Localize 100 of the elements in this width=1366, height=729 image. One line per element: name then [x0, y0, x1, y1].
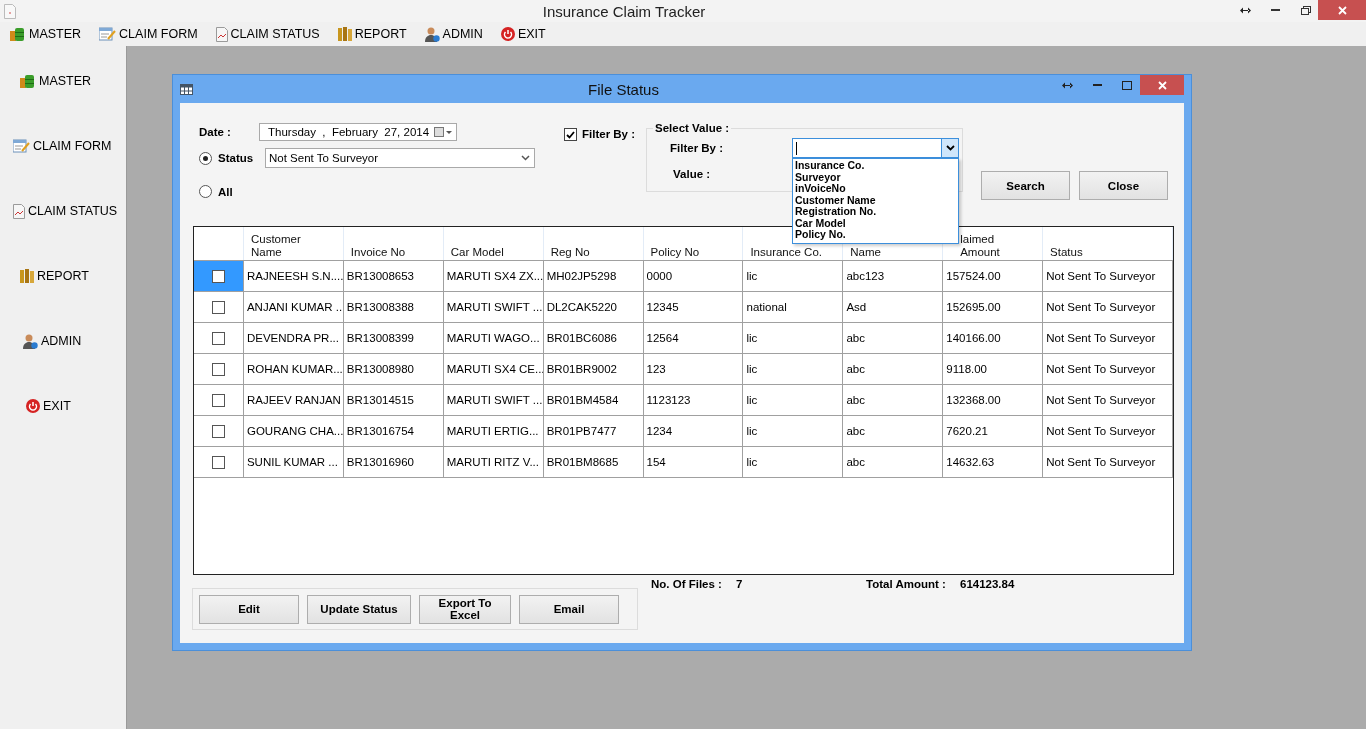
books-icon — [20, 269, 34, 283]
table-cell: ROHAN KUMAR... — [243, 354, 344, 384]
sidebar-item[interactable]: EXIT — [0, 397, 126, 415]
table-cell: 7620.21 — [943, 416, 1044, 446]
table-cell: 152695.00 — [943, 292, 1044, 322]
close-button[interactable] — [1318, 0, 1366, 20]
table-cell: 12345 — [643, 292, 744, 322]
status-radio[interactable]: Status — [199, 151, 259, 165]
row-checkbox[interactable] — [211, 393, 225, 407]
sidebar-item[interactable]: MASTER — [0, 72, 126, 90]
table-cell: BR13008653 — [343, 261, 444, 291]
menu-item[interactable]: ADMIN — [422, 23, 499, 45]
row-selector[interactable] — [194, 261, 244, 291]
table-cell: MARUTI SWIFT ... — [443, 292, 544, 322]
table-cell: abc — [843, 447, 944, 477]
sidebar-item[interactable]: ADMIN — [0, 332, 126, 350]
close-icon — [1157, 80, 1167, 90]
table-cell: Not Sent To Surveyor — [1043, 385, 1174, 415]
user-icon — [23, 333, 38, 349]
table-cell: BR01BR9002 — [543, 354, 644, 384]
menu-item[interactable]: CLAIM STATUS — [213, 23, 336, 45]
table-cell: BR13008388 — [343, 292, 444, 322]
calendar-icon — [434, 127, 452, 137]
table-cell: MARUTI ERTIG... — [443, 416, 544, 446]
table-cell: 157524.00 — [943, 261, 1044, 291]
table-cell: national — [743, 292, 844, 322]
dropdown-option[interactable]: Policy No. — [795, 229, 958, 241]
dropdown-option[interactable]: Customer Name — [795, 194, 958, 206]
dialog-button[interactable]: Search — [981, 171, 1070, 200]
all-radio[interactable]: All — [199, 185, 259, 198]
restore-icon — [1300, 5, 1311, 15]
table-cell: ANJANI KUMAR ... — [243, 292, 344, 322]
dropdown-option[interactable]: Registration No. — [795, 206, 958, 218]
table-cell: MARUTI SX4 CE... — [443, 354, 544, 384]
database-icon — [20, 74, 36, 88]
table-cell: Not Sent To Surveyor — [1043, 354, 1174, 384]
action-button[interactable]: Export To Excel — [419, 594, 511, 624]
dialog-button[interactable]: Close — [1079, 171, 1168, 200]
action-button[interactable]: Update Status — [307, 594, 411, 624]
sidebar-item[interactable]: CLAIM STATUS — [0, 202, 126, 220]
row-checkbox[interactable] — [211, 455, 225, 469]
dropdown-option[interactable]: inVoiceNo — [795, 183, 958, 195]
row-checkbox[interactable] — [211, 300, 225, 314]
table-cell: 154 — [643, 447, 744, 477]
dropdown-option[interactable]: Insurance Co. — [795, 160, 958, 172]
minimize-icon — [1092, 84, 1102, 86]
window-title: Insurance Claim Tracker — [541, 2, 707, 20]
sidebar-item[interactable]: REPORT — [0, 267, 126, 285]
row-checkbox[interactable] — [211, 424, 225, 438]
filter-by-label: Filter By : — [670, 142, 725, 154]
table-cell: MARUTI SWIFT ... — [443, 385, 544, 415]
menu-item[interactable]: CLAIM FORM — [97, 23, 214, 45]
table-cell: lic — [743, 261, 844, 291]
row-checkbox[interactable] — [211, 331, 225, 345]
files-label: No. Of Files : — [651, 578, 723, 592]
table-cell: MARUTI SX4 ZX... — [443, 261, 544, 291]
row-checkbox[interactable] — [211, 269, 225, 283]
action-button[interactable]: Email — [519, 594, 619, 624]
double-arrow-icon — [1239, 6, 1251, 14]
maximize-icon — [1122, 80, 1132, 90]
table-cell: 140166.00 — [943, 323, 1044, 353]
table-cell: 14632.63 — [943, 447, 1044, 477]
group-title: Select Value : — [653, 122, 732, 134]
table-cell: lic — [743, 354, 844, 384]
menu-item[interactable]: EXIT — [498, 23, 562, 45]
chevron-down-icon — [945, 145, 955, 151]
table-cell: BR13016960 — [343, 447, 444, 477]
total-amount: 614123.84 — [960, 578, 1016, 592]
table-cell: abc — [843, 323, 944, 353]
date-picker[interactable]: Thursday , February 27, 2014 — [259, 123, 457, 141]
table-cell: 132368.00 — [943, 385, 1044, 415]
row-checkbox[interactable] — [211, 362, 225, 376]
table-cell: 9118.00 — [943, 354, 1044, 384]
status-dropdown[interactable]: Not Sent To Surveyor — [265, 148, 535, 168]
database-icon — [10, 27, 26, 41]
dialog-title: File Status — [587, 80, 660, 98]
table-cell: Not Sent To Surveyor — [1043, 416, 1174, 446]
filter-checkbox[interactable] — [564, 128, 577, 141]
table-cell: Not Sent To Surveyor — [1043, 261, 1174, 291]
sidebar-item[interactable]: CLAIM FORM — [0, 137, 126, 155]
menu-item[interactable]: REPORT — [335, 23, 423, 45]
table-cell: DL2CAK5220 — [543, 292, 644, 322]
action-button[interactable]: Edit — [199, 594, 299, 624]
close-button[interactable] — [1140, 75, 1184, 95]
column-header: Reg No — [550, 246, 590, 259]
dropdown-option[interactable]: Surveyor — [795, 171, 958, 183]
table-cell: Not Sent To Surveyor — [1043, 323, 1174, 353]
total-label: Total Amount : — [866, 578, 947, 592]
table-cell: BR01BC6086 — [543, 323, 644, 353]
app-icon — [4, 3, 16, 19]
table-cell: 12564 — [643, 323, 744, 353]
notepad-pencil-icon — [99, 27, 117, 41]
table-cell: 1234 — [643, 416, 744, 446]
table-cell: BR13014515 — [343, 385, 444, 415]
table-cell: lic — [743, 416, 844, 446]
dropdown-option[interactable]: Car Model — [795, 217, 958, 229]
menu-item[interactable]: MASTER — [8, 23, 98, 45]
column-header: Invoice No — [350, 246, 406, 259]
table-cell: BR01BM8685 — [543, 447, 644, 477]
table-cell: lic — [743, 323, 844, 353]
